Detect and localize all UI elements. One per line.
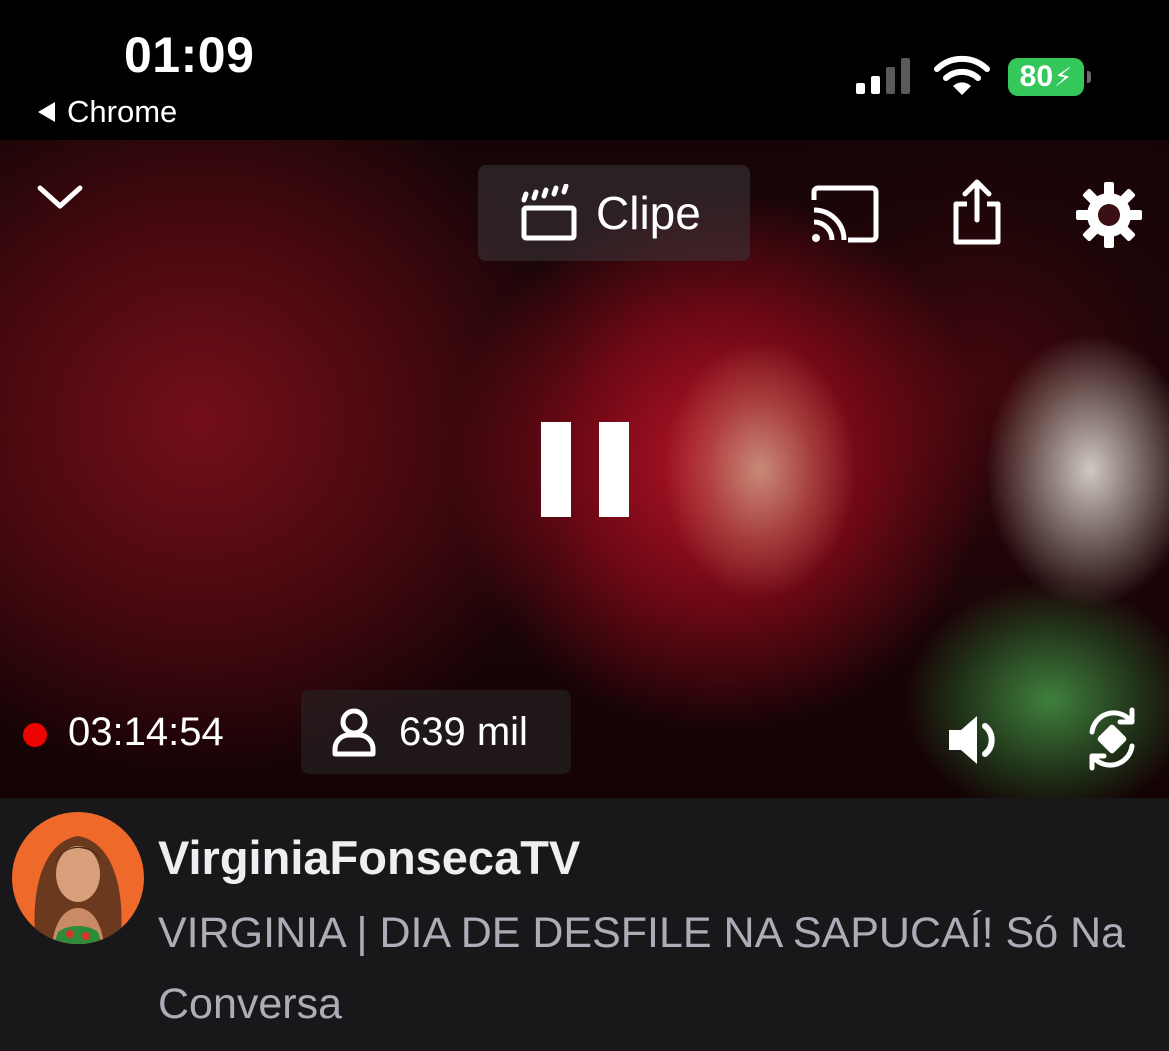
viewer-count-label: 639 mil (399, 709, 528, 754)
back-triangle-icon (38, 102, 55, 122)
rotate-screen-icon[interactable] (1082, 706, 1142, 772)
charging-bolt-icon: ⚡ (1054, 61, 1073, 92)
user-icon (332, 708, 376, 757)
viewer-count: 639 mil (301, 690, 571, 774)
channel-name-link[interactable]: VirginiaFonsecaTV (158, 830, 580, 885)
status-bar: 01:09 Chrome 80 ⚡ (0, 0, 1169, 140)
cellular-signal-icon (856, 58, 910, 94)
video-player[interactable]: Clipe 03:14:54 639 mil (0, 140, 1169, 798)
stream-uptime: 03:14:54 (68, 710, 224, 754)
pause-button[interactable] (541, 422, 629, 517)
back-to-app-link[interactable]: Chrome (38, 94, 177, 130)
volume-icon[interactable] (945, 712, 1011, 768)
stream-title: VIRGINIA | DIA DE DESFILE NA SAPUCAÍ! Só… (158, 909, 1126, 1028)
battery-indicator: 80 ⚡ (1008, 58, 1091, 96)
cast-icon[interactable] (808, 184, 882, 244)
chevron-down-icon[interactable] (36, 182, 84, 212)
gear-icon[interactable] (1074, 180, 1144, 250)
clock: 01:09 (124, 27, 255, 83)
clapperboard-icon (521, 184, 577, 241)
battery-nub (1087, 71, 1091, 83)
share-icon[interactable] (950, 178, 1004, 246)
pause-bar-right (599, 422, 629, 517)
stream-info-panel: VirginiaFonsecaTV VIRGINIA | DIA DE DESF… (0, 798, 1169, 1051)
channel-avatar[interactable] (12, 812, 144, 944)
clip-label: Clipe (596, 187, 701, 239)
live-indicator (23, 723, 47, 747)
clip-button[interactable]: Clipe (478, 165, 750, 261)
battery-level: 80 (1019, 60, 1054, 93)
back-app-label: Chrome (67, 94, 178, 129)
pause-bar-left (541, 422, 571, 517)
wifi-icon (934, 55, 990, 95)
avatar-portrait-icon (34, 836, 122, 944)
